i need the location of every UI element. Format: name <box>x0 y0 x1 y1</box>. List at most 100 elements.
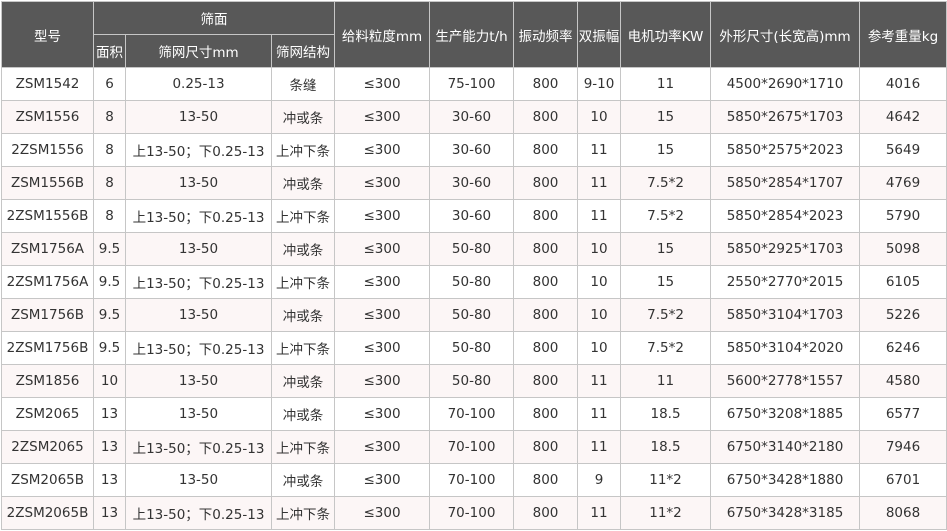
header-screen-surface: 筛面 <box>92 1 336 35</box>
header-mesh-structure: 筛网结构 <box>270 34 336 68</box>
cell-feed-size: ≤300 <box>334 67 431 101</box>
cell-amplitude: 11 <box>577 364 622 398</box>
cell-motor-power: 18.5 <box>620 397 712 431</box>
table-row: 2ZSM1556B 8 上13-50；下0.25-13 上冲下条 ≤300 30-60 80… <box>1 199 947 233</box>
cell-amplitude: 9 <box>577 463 622 497</box>
cell-area: 6 <box>93 67 126 101</box>
cell-area: 8 <box>93 199 126 233</box>
cell-frequency: 800 <box>513 397 579 431</box>
cell-capacity: 70-100 <box>429 430 515 464</box>
cell-model: ZSM1856 <box>1 364 94 398</box>
cell-weight: 6246 <box>859 331 947 365</box>
cell-area: 9.5 <box>93 298 126 332</box>
cell-capacity: 50-80 <box>429 298 515 332</box>
cell-area: 13 <box>93 496 126 530</box>
cell-mesh-structure: 条缝 <box>270 67 336 101</box>
cell-feed-size: ≤300 <box>334 166 431 200</box>
cell-mesh-size: 13-50 <box>125 397 272 431</box>
cell-motor-power: 11*2 <box>620 463 712 497</box>
cell-motor-power: 7.5*2 <box>620 166 712 200</box>
cell-area: 9.5 <box>93 232 126 266</box>
cell-mesh-structure: 冲或条 <box>270 232 336 266</box>
table-header: 型号 筛面 给料粒度mm 生产能力t/h 振动频率 双振幅 电机功率KW 外形尺… <box>1 1 947 68</box>
cell-feed-size: ≤300 <box>334 199 431 233</box>
table-row: ZSM2065B 13 13-50 冲或条 ≤300 70-100 800 9 11*2 6750… <box>1 463 947 497</box>
cell-model: 2ZSM2065B <box>1 496 94 530</box>
cell-frequency: 800 <box>513 67 579 101</box>
cell-feed-size: ≤300 <box>334 331 431 365</box>
cell-capacity: 50-80 <box>429 331 515 365</box>
cell-mesh-size: 0.25-13 <box>125 67 272 101</box>
cell-amplitude: 10 <box>577 232 622 266</box>
cell-dimensions: 5850*2675*1703 <box>710 100 861 134</box>
cell-model: ZSM2065B <box>1 463 94 497</box>
cell-weight: 5098 <box>859 232 947 266</box>
cell-capacity: 30-60 <box>429 199 515 233</box>
cell-model: 2ZSM1556 <box>1 133 94 167</box>
table-row: ZSM1756B 9.5 13-50 冲或条 ≤300 50-80 800 10 7.5*2 58… <box>1 298 947 332</box>
cell-feed-size: ≤300 <box>334 463 431 497</box>
cell-capacity: 50-80 <box>429 232 515 266</box>
cell-mesh-structure: 上冲下条 <box>270 199 336 233</box>
cell-dimensions: 5850*2575*2023 <box>710 133 861 167</box>
table-row: 2ZSM1756A 9.5 上13-50；下0.25-13 上冲下条 ≤300 50-80… <box>1 265 947 299</box>
cell-weight: 4580 <box>859 364 947 398</box>
cell-weight: 6701 <box>859 463 947 497</box>
cell-amplitude: 11 <box>577 199 622 233</box>
cell-area: 9.5 <box>93 331 126 365</box>
cell-motor-power: 11 <box>620 67 712 101</box>
cell-mesh-size: 13-50 <box>125 463 272 497</box>
cell-dimensions: 5850*3104*2020 <box>710 331 861 365</box>
cell-weight: 6105 <box>859 265 947 299</box>
cell-mesh-size: 13-50 <box>125 232 272 266</box>
cell-capacity: 75-100 <box>429 67 515 101</box>
cell-dimensions: 6750*3428*1880 <box>710 463 861 497</box>
cell-mesh-size: 13-50 <box>125 364 272 398</box>
cell-motor-power: 11 <box>620 364 712 398</box>
cell-feed-size: ≤300 <box>334 496 431 530</box>
cell-frequency: 800 <box>513 430 579 464</box>
spec-table: 型号 筛面 给料粒度mm 生产能力t/h 振动频率 双振幅 电机功率KW 外形尺… <box>1 1 947 530</box>
cell-capacity: 30-60 <box>429 100 515 134</box>
cell-feed-size: ≤300 <box>334 298 431 332</box>
cell-weight: 4642 <box>859 100 947 134</box>
header-mesh-size: 筛网尺寸mm <box>125 34 272 68</box>
cell-dimensions: 6750*3428*3185 <box>710 496 861 530</box>
cell-dimensions: 5850*2925*1703 <box>710 232 861 266</box>
cell-dimensions: 5850*2854*2023 <box>710 199 861 233</box>
cell-amplitude: 11 <box>577 166 622 200</box>
cell-feed-size: ≤300 <box>334 100 431 134</box>
cell-area: 10 <box>93 364 126 398</box>
cell-capacity: 50-80 <box>429 364 515 398</box>
header-frequency: 振动频率 <box>513 1 579 68</box>
table-row: ZSM1556 8 13-50 冲或条 ≤300 30-60 800 10 15 5850*267… <box>1 100 947 134</box>
cell-area: 13 <box>93 397 126 431</box>
cell-motor-power: 11*2 <box>620 496 712 530</box>
cell-area: 8 <box>93 133 126 167</box>
cell-dimensions: 5600*2778*1557 <box>710 364 861 398</box>
cell-model: 2ZSM1556B <box>1 199 94 233</box>
cell-weight: 6577 <box>859 397 947 431</box>
cell-mesh-structure: 上冲下条 <box>270 265 336 299</box>
table-row: ZSM1556B 8 13-50 冲或条 ≤300 30-60 800 11 7.5*2 5850… <box>1 166 947 200</box>
header-capacity: 生产能力t/h <box>429 1 515 68</box>
cell-mesh-structure: 上冲下条 <box>270 133 336 167</box>
cell-amplitude: 10 <box>577 265 622 299</box>
cell-feed-size: ≤300 <box>334 133 431 167</box>
cell-area: 13 <box>93 463 126 497</box>
table-row: 2ZSM1756B 9.5 上13-50；下0.25-13 上冲下条 ≤300 50-80… <box>1 331 947 365</box>
cell-frequency: 800 <box>513 232 579 266</box>
cell-amplitude: 11 <box>577 496 622 530</box>
cell-mesh-size: 13-50 <box>125 166 272 200</box>
table-row: ZSM1856 10 13-50 冲或条 ≤300 50-80 800 11 11 5600*27… <box>1 364 947 398</box>
cell-mesh-size: 上13-50；下0.25-13 <box>125 133 272 167</box>
cell-model: ZSM1756B <box>1 298 94 332</box>
cell-area: 8 <box>93 166 126 200</box>
cell-motor-power: 7.5*2 <box>620 298 712 332</box>
cell-dimensions: 4500*2690*1710 <box>710 67 861 101</box>
cell-weight: 7946 <box>859 430 947 464</box>
cell-model: 2ZSM1756A <box>1 265 94 299</box>
cell-motor-power: 15 <box>620 133 712 167</box>
cell-capacity: 70-100 <box>429 496 515 530</box>
cell-area: 8 <box>93 100 126 134</box>
